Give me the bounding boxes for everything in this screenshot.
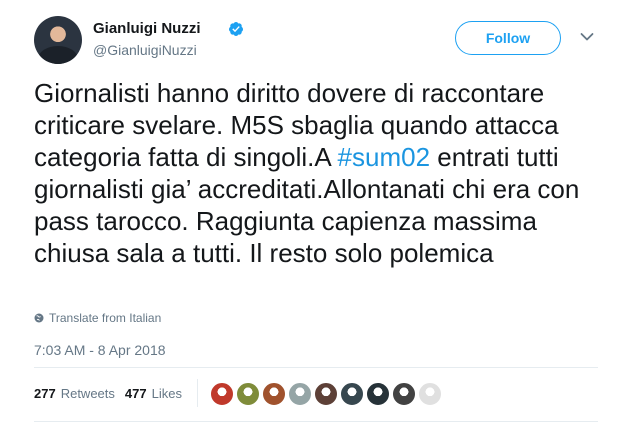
liker-avatar[interactable] (340, 382, 364, 406)
retweets-stat[interactable]: 277 Retweets (34, 386, 115, 401)
liker-avatar[interactable] (366, 382, 390, 406)
tweet-card: Gianluigi Nuzzi @GianluigiNuzzi Follow G… (0, 0, 632, 424)
likes-count: 477 (124, 386, 147, 401)
retweets-label: Retweets (60, 386, 115, 401)
globe-icon (34, 313, 44, 323)
divider (34, 367, 598, 368)
chevron-down-icon[interactable] (580, 32, 594, 42)
likes-label: Likes (151, 386, 182, 401)
liker-avatar[interactable] (392, 382, 416, 406)
likes-stat[interactable]: 477 Likes (125, 386, 182, 401)
verified-badge-icon (228, 22, 243, 36)
hashtag-link[interactable]: #sum02 (338, 142, 431, 172)
liker-avatar[interactable] (288, 382, 312, 406)
liker-avatar[interactable] (236, 382, 260, 406)
stats-separator (197, 379, 198, 407)
author-handle[interactable]: @GianluigiNuzzi (93, 42, 197, 58)
tweet-timestamp[interactable]: 7:03 AM - 8 Apr 2018 (34, 342, 166, 358)
liker-avatar[interactable] (262, 382, 286, 406)
author-avatar[interactable] (34, 16, 82, 64)
translate-link[interactable]: Translate from Italian (34, 311, 161, 325)
liker-avatar[interactable] (418, 382, 442, 406)
author-name[interactable]: Gianluigi Nuzzi (93, 20, 201, 37)
retweets-count: 277 (34, 386, 56, 401)
liker-avatar[interactable] (210, 382, 234, 406)
translate-label: Translate from Italian (49, 311, 162, 325)
liker-avatar[interactable] (314, 382, 338, 406)
liker-avatars (210, 382, 444, 406)
tweet-text: Giornalisti hanno diritto dovere di racc… (34, 77, 614, 269)
follow-button[interactable]: Follow (455, 21, 561, 55)
divider (34, 421, 598, 422)
tweet-stats: 277 Retweets 477 Likes (34, 386, 192, 401)
